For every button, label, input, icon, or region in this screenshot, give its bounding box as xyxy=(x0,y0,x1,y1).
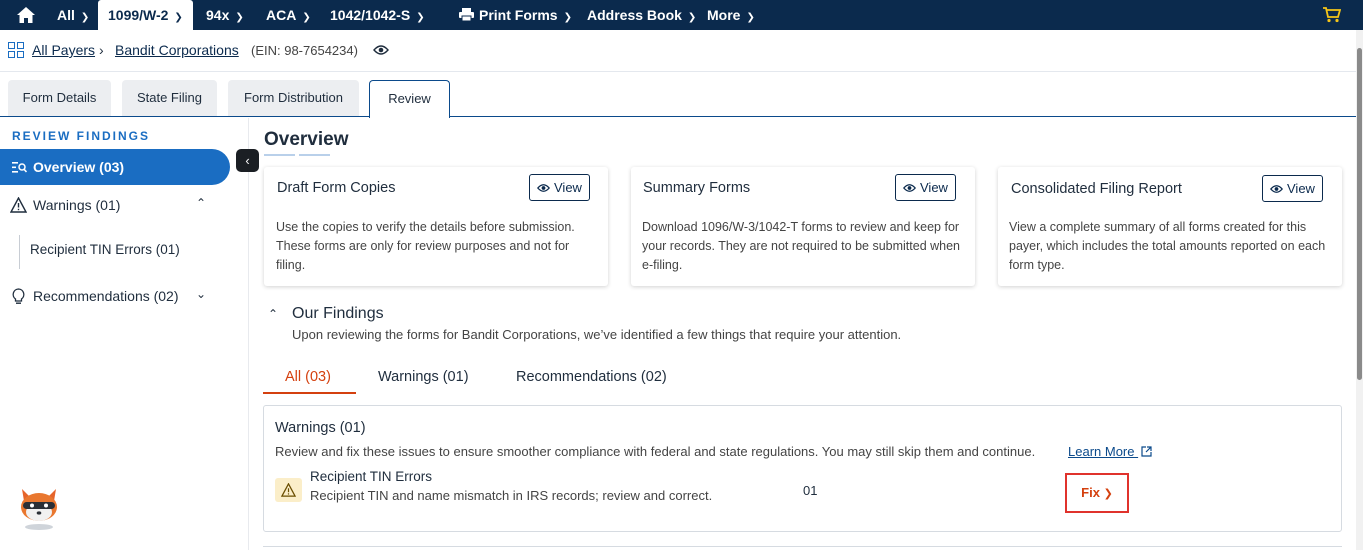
eye-icon xyxy=(536,184,551,192)
card-title: Summary Forms xyxy=(643,180,751,196)
tab-form-details[interactable]: Form Details xyxy=(8,80,111,116)
findings-title: Our Findings xyxy=(292,305,384,322)
nav-address-book[interactable]: Address Book ❯ xyxy=(587,0,696,30)
list-search-icon xyxy=(12,162,27,173)
page-title: Overview xyxy=(264,129,349,150)
chevron-down-icon: ❯ xyxy=(302,12,311,23)
sidebar-item-tin-errors[interactable]: Recipient TIN Errors (01) xyxy=(30,242,180,257)
chevron-down-icon: ❯ xyxy=(235,12,244,23)
view-button[interactable]: View xyxy=(1262,175,1323,202)
chevron-down-icon: ⌄ xyxy=(196,287,207,301)
chevron-down-icon: ❯ xyxy=(174,12,183,23)
all-payers-link[interactable]: All Payers xyxy=(32,42,95,58)
nav-1042[interactable]: 1042/1042-S ❯ xyxy=(330,0,425,30)
eye-icon[interactable] xyxy=(373,44,389,56)
cart-icon[interactable] xyxy=(1323,7,1341,23)
fix-button[interactable]: Fix ❯ xyxy=(1065,473,1129,513)
nav-more[interactable]: More ❯ xyxy=(707,0,755,30)
top-nav: All ❯ 1099/W-2 ❯ 94x ❯ ACA ❯ 1042/1042-S ❯ Pr… xyxy=(0,0,1363,30)
chevron-down-icon: ❯ xyxy=(746,12,755,23)
warning-item-count: 01 xyxy=(803,483,818,498)
grid-icon xyxy=(8,42,24,58)
view-button[interactable]: View xyxy=(529,174,590,201)
eye-icon xyxy=(1269,185,1284,193)
card-description: Download 1096/W-3/1042-T forms to review… xyxy=(642,220,960,272)
view-button[interactable]: View xyxy=(895,174,956,201)
payer-link[interactable]: Bandit Corporations xyxy=(115,42,239,58)
card-description: View a complete summary of all forms cre… xyxy=(1009,220,1326,272)
warnings-panel-description: Review and fix these issues to ensure sm… xyxy=(275,444,1036,459)
home-icon[interactable] xyxy=(17,7,35,23)
card-consolidated-filing-report: Consolidated Filing Report View View a c… xyxy=(998,167,1342,286)
findings-tab-warnings[interactable]: Warnings (01) xyxy=(378,369,469,385)
warnings-panel: Warnings (01) Review and fix these issue… xyxy=(263,405,1342,532)
tree-line xyxy=(19,235,20,269)
title-underline xyxy=(264,154,295,156)
tab-review[interactable]: Review xyxy=(369,80,450,118)
warning-icon xyxy=(10,197,27,213)
card-title: Consolidated Filing Report xyxy=(1011,181,1182,197)
chevron-right-icon: › xyxy=(99,42,104,58)
nav-print-forms[interactable]: Print Forms ❯ xyxy=(459,0,572,30)
nav-94x[interactable]: 94x ❯ xyxy=(206,0,244,30)
chevron-up-icon: ⌃ xyxy=(196,196,207,210)
nav-all[interactable]: All ❯ xyxy=(57,0,89,30)
review-findings-title: REVIEW FINDINGS xyxy=(12,129,151,143)
warnings-panel-title: Warnings (01) xyxy=(275,420,366,436)
breadcrumb: All Payers › Bandit Corporations (EIN: 9… xyxy=(0,30,1356,72)
nav-1099-w2[interactable]: 1099/W-2 ❯ xyxy=(98,0,193,30)
warning-icon xyxy=(281,483,296,497)
lightbulb-icon xyxy=(12,288,25,304)
title-underline xyxy=(299,154,330,156)
findings-description: Upon reviewing the forms for Bandit Corp… xyxy=(292,327,902,342)
tab-form-distribution[interactable]: Form Distribution xyxy=(228,80,359,116)
payer-ein: (EIN: 98-7654234) xyxy=(251,43,358,58)
card-title: Draft Form Copies xyxy=(277,180,396,196)
form-tabs: Form Details State Filing Form Distribut… xyxy=(0,80,1356,118)
chevron-down-icon: ❯ xyxy=(416,12,425,23)
findings-tab-all[interactable]: All (03) xyxy=(285,369,331,385)
scrollbar-thumb[interactable] xyxy=(1357,48,1362,380)
warning-item-title: Recipient TIN Errors xyxy=(310,469,433,484)
chevron-down-icon: ❯ xyxy=(687,12,697,23)
chevron-up-icon[interactable]: ⌃ xyxy=(268,307,278,321)
nav-aca[interactable]: ACA ❯ xyxy=(266,0,311,30)
chevron-down-icon: ❯ xyxy=(80,12,90,23)
findings-tab-recommendations[interactable]: Recommendations (02) xyxy=(516,369,667,385)
tab-state-filing[interactable]: State Filing xyxy=(122,80,217,116)
sidebar-item-overview[interactable]: Overview (03) xyxy=(0,149,230,185)
chevron-right-icon: ❯ xyxy=(1103,488,1113,500)
card-draft-form-copies: Draft Form Copies View Use the copies to… xyxy=(264,167,608,286)
raccoon-mascot-icon[interactable] xyxy=(16,485,62,531)
printer-icon xyxy=(459,8,474,22)
external-link-icon xyxy=(1141,446,1152,457)
sidebar-collapse-button[interactable]: ‹ xyxy=(236,149,259,172)
warning-badge xyxy=(275,478,302,502)
active-tab-indicator xyxy=(263,392,356,394)
card-description: Use the copies to verify the details bef… xyxy=(276,220,575,272)
chevron-down-icon: ❯ xyxy=(563,12,572,23)
card-summary-forms: Summary Forms View Download 1096/W-3/104… xyxy=(631,167,975,286)
next-panel-edge xyxy=(263,546,1342,556)
warning-item-description: Recipient TIN and name mismatch in IRS r… xyxy=(310,488,713,503)
eye-icon xyxy=(902,184,917,192)
learn-more-link[interactable]: Learn More xyxy=(1068,444,1152,459)
